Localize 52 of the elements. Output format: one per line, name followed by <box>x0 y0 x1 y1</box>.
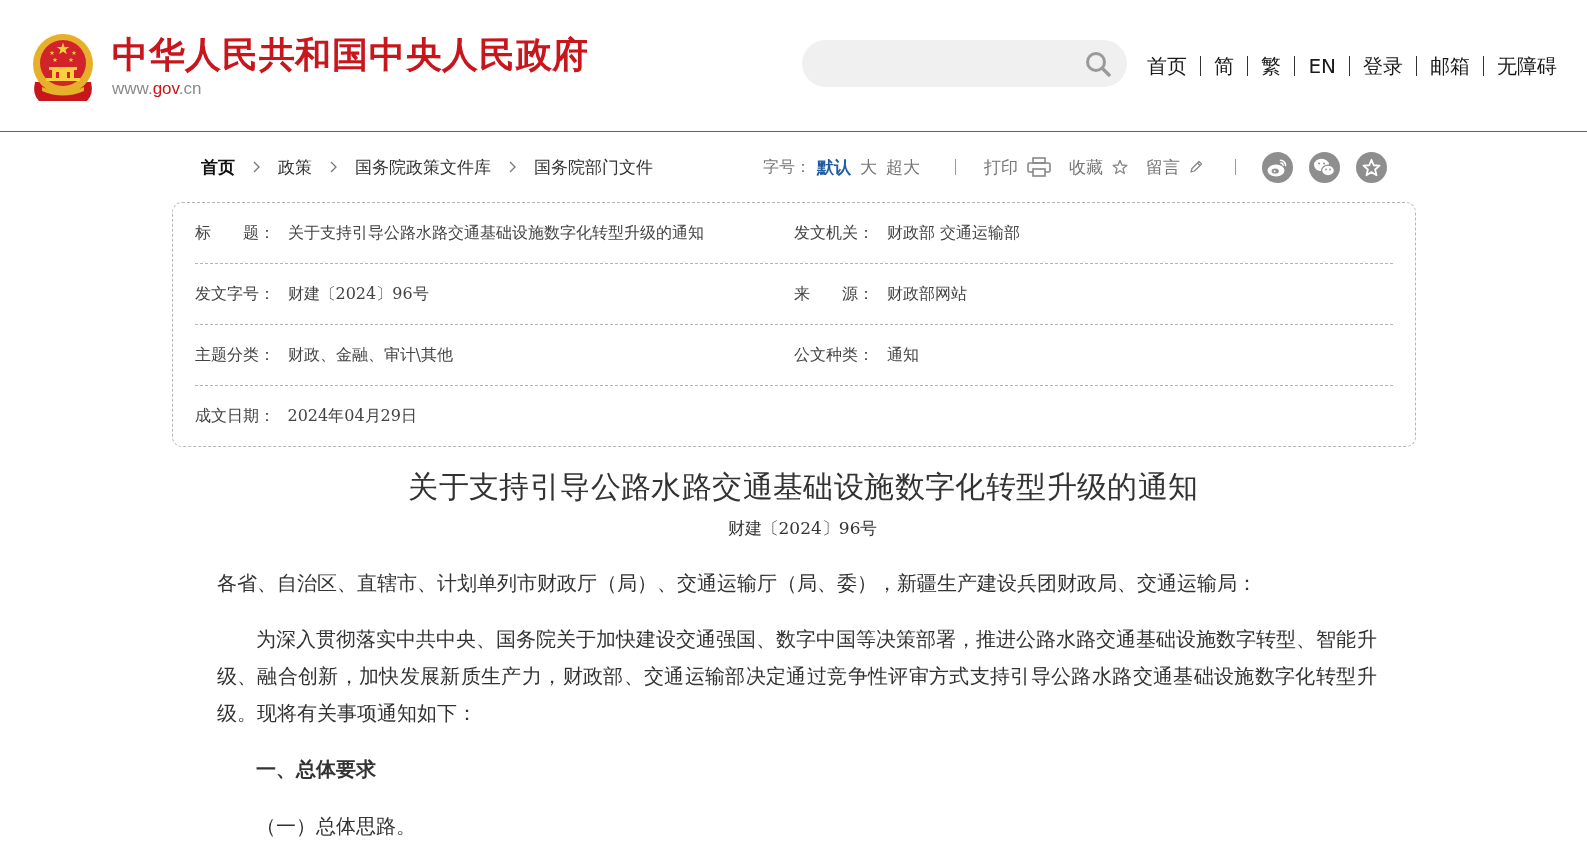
chevron-right-icon <box>252 161 260 173</box>
chevron-right-icon <box>329 161 337 173</box>
info-label: 发文字号： <box>194 283 276 305</box>
info-label: 标 题： <box>194 222 276 244</box>
site-title: 中华人民共和国中央人民政府 <box>112 34 590 75</box>
nav-link[interactable]: EN <box>1308 52 1336 79</box>
star-disc-icon[interactable] <box>1355 151 1387 183</box>
breadcrumb-link[interactable]: 首页 <box>200 155 235 179</box>
document-number: 财建〔2024〕96号 <box>726 517 879 540</box>
nav-link[interactable]: 登录 <box>1363 52 1403 79</box>
nav-link[interactable]: 邮箱 <box>1430 52 1470 79</box>
info-value: 财建〔2024〕96号 <box>287 283 429 305</box>
font-size-option[interactable]: 大 <box>859 155 877 179</box>
emblem-logo <box>30 31 96 102</box>
breadcrumb-link[interactable]: 国务院部门文件 <box>533 155 653 179</box>
info-value: 财政、金融、审计\其他 <box>287 344 453 366</box>
info-label: 来 源： <box>793 283 875 305</box>
info-label: 成文日期： <box>194 405 276 427</box>
print-button[interactable]: 打印 <box>983 155 1051 179</box>
info-value: 财政部网站 <box>886 283 967 305</box>
info-value: 通知 <box>886 344 919 366</box>
info-label: 主题分类： <box>194 344 276 366</box>
comment-button[interactable]: 留言 <box>1145 155 1203 179</box>
favorite-button[interactable]: 收藏 <box>1068 155 1128 179</box>
site-url[interactable]: www.gov.cn <box>112 78 202 99</box>
body-paragraph: （一）总体思路。 <box>255 814 418 840</box>
weibo-icon[interactable] <box>1261 151 1293 183</box>
star-icon <box>1111 159 1128 175</box>
nav-link[interactable]: 简 <box>1214 52 1235 79</box>
chevron-right-icon <box>508 161 516 173</box>
info-label: 发文机关： <box>793 222 875 244</box>
body-paragraph: 为深入贯彻落实中共中央、国务院关于加快建设交通强国、数字中国等决策部署，推进公路水路交通基础设施数字转型、智能升级、融合创新，加快发展新质生产力，财政部、交通运输部决定通过竞争性评审方式支持引导公路水路交通基础设施数字化转型升级。现将有关事项通知如下： <box>216 627 1377 727</box>
nav-link[interactable]: 首页 <box>1147 52 1188 79</box>
info-label: 公文种类： <box>793 344 875 366</box>
nav-link[interactable]: 繁 <box>1261 52 1282 79</box>
salutation-text: 各省、自治区、直辖市、计划单列市财政厅（局）、交通运输厅（局、委），新疆生产建设兵团财政局、交通运输局： <box>216 571 1258 597</box>
info-value: 关于支持引导公路水路交通基础设施数字化转型升级的通知 <box>287 222 704 244</box>
font-size-option[interactable]: 默认 <box>816 155 851 179</box>
document-title: 关于支持引导公路水路交通基础设施数字化转型升级的通知 <box>407 468 1200 506</box>
pencil-icon <box>1188 160 1203 174</box>
info-value: 2024年04月29日 <box>287 405 417 427</box>
section-heading: 一、总体要求 <box>255 756 378 783</box>
font-size-label: 字号： <box>762 156 811 178</box>
font-size-option[interactable]: 超大 <box>885 155 920 179</box>
nav-link[interactable]: 无障碍 <box>1497 52 1557 79</box>
breadcrumb-link[interactable]: 政策 <box>277 155 312 179</box>
search-field[interactable] <box>802 40 1128 87</box>
info-value: 财政部 交通运输部 <box>886 222 1020 244</box>
search-icon[interactable] <box>1085 50 1112 77</box>
breadcrumb-link[interactable]: 国务院政策文件库 <box>354 155 491 179</box>
wechat-icon[interactable] <box>1308 151 1340 183</box>
printer-icon <box>1026 157 1051 177</box>
